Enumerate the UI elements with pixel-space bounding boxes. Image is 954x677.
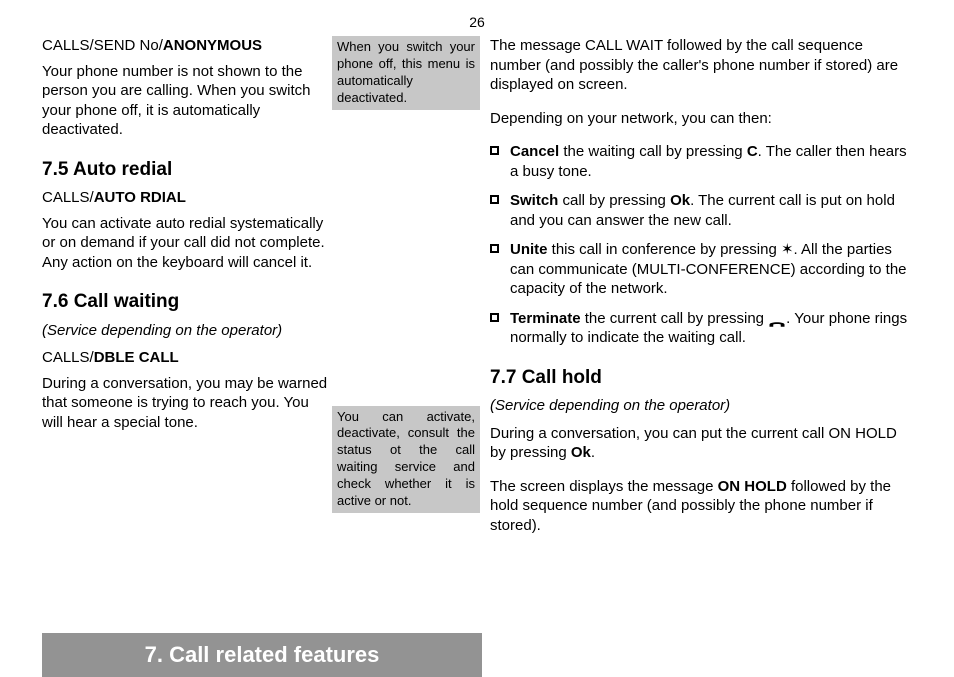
sidebox-switch-off: When you switch your phone off, this men… <box>332 36 480 110</box>
cancel-key: C <box>747 143 758 160</box>
anon-path-bold: ANONYMOUS <box>163 37 262 54</box>
unite-bold: Unite <box>510 241 548 258</box>
hold-p2a: The screen displays the message <box>490 478 718 495</box>
auto-path-bold: AUTO RDIAL <box>94 189 186 206</box>
option-unite: Unite this call in conference by pressin… <box>490 240 914 299</box>
left-column: CALLS/SEND No/ANONYMOUS Your phone numbe… <box>42 36 332 446</box>
page-number: 26 <box>469 14 485 30</box>
option-cancel: Cancel the waiting call by pressing C. T… <box>490 142 914 181</box>
cancel-t1: the waiting call by pressing <box>559 143 747 160</box>
switch-t1: call by pressing <box>558 192 670 209</box>
term-bold: Terminate <box>510 310 581 327</box>
switch-key: Ok <box>670 192 690 209</box>
anon-body: Your phone number is not shown to the pe… <box>42 62 332 140</box>
callwait-depend: Depending on your network, you can then: <box>490 109 914 129</box>
hold-p2-key: ON HOLD <box>718 478 787 495</box>
anon-path-pre: CALLS/SEND No/ <box>42 37 163 54</box>
sidebox-activate: You can activate, deactivate, consult th… <box>332 406 480 513</box>
wait-path-bold: DBLE CALL <box>94 349 179 366</box>
heading-call-hold: 7.7 Call hold <box>490 366 914 391</box>
anon-menu-path: CALLS/SEND No/ANONYMOUS <box>42 36 332 56</box>
wait-body: During a conversation, you may be warned… <box>42 374 332 433</box>
wait-path-pre: CALLS/ <box>42 349 94 366</box>
mid-column: When you switch your phone off, this men… <box>332 36 480 513</box>
auto-body: You can activate auto redial systematica… <box>42 214 332 273</box>
unite-t1: this call in conference by pressing <box>548 241 781 258</box>
hold-p1: During a conversation, you can put the c… <box>490 424 914 463</box>
heading-auto-redial: 7.5 Auto redial <box>42 158 332 183</box>
hold-service-note: (Service depending on the operator) <box>490 396 914 416</box>
callwait-intro: The message CALL WAIT followed by the ca… <box>490 36 914 95</box>
hold-p1b: . <box>591 444 595 461</box>
chapter-banner: 7. Call related features <box>42 633 482 677</box>
option-switch: Switch call by pressing Ok. The current … <box>490 191 914 230</box>
hold-p1-key: Ok <box>571 444 591 461</box>
auto-menu-path: CALLS/AUTO RDIAL <box>42 188 332 208</box>
hold-p1a: During a conversation, you can put the c… <box>490 425 897 462</box>
cancel-bold: Cancel <box>510 143 559 160</box>
star-icon: ✶ <box>781 241 794 258</box>
heading-call-waiting: 7.6 Call waiting <box>42 290 332 315</box>
wait-menu-path: CALLS/DBLE CALL <box>42 348 332 368</box>
option-terminate: Terminate the current call by pressing .… <box>490 309 914 348</box>
phone-icon <box>768 314 786 324</box>
term-t1: the current call by pressing <box>581 310 769 327</box>
right-column: The message CALL WAIT followed by the ca… <box>490 36 914 549</box>
callwait-options: Cancel the waiting call by pressing C. T… <box>490 142 914 348</box>
wait-service-note: (Service depending on the operator) <box>42 321 332 341</box>
hold-p2: The screen displays the message ON HOLD … <box>490 477 914 536</box>
switch-bold: Switch <box>510 192 558 209</box>
auto-path-pre: CALLS/ <box>42 189 94 206</box>
